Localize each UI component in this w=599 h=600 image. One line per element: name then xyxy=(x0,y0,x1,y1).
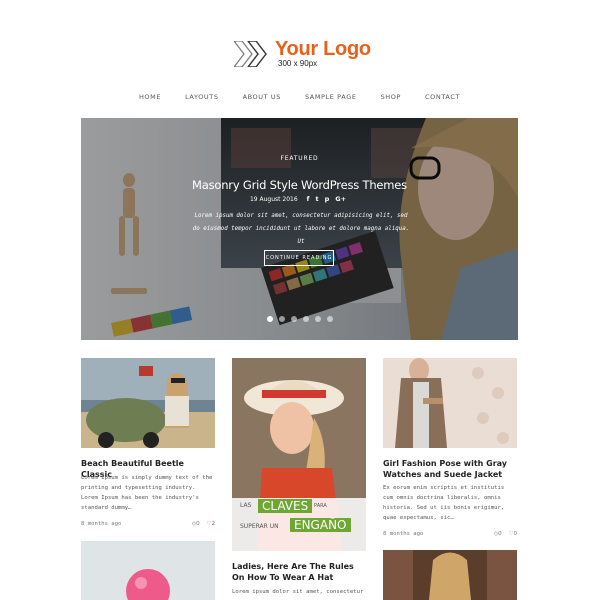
hero-category-label[interactable]: FEATURED xyxy=(81,155,518,162)
hero-title[interactable]: Masonry Grid Style WordPress Themes xyxy=(81,178,518,192)
post-card xyxy=(383,550,517,600)
post-thumbnail[interactable]: LAS CLAVES PARA SUPERAR UN ENGAÑO xyxy=(232,358,366,551)
post-thumbnail[interactable] xyxy=(383,550,517,600)
image-caption-overlay: LAS CLAVES PARA SUPERAR UN ENGAÑO xyxy=(232,499,366,551)
slider-dot[interactable] xyxy=(302,316,309,322)
nav-contact[interactable]: CONTACT xyxy=(425,93,460,101)
slider-dot[interactable] xyxy=(326,316,333,322)
post-date: 8 months ago xyxy=(81,521,122,527)
post-thumbnail[interactable] xyxy=(383,358,517,448)
post-date: 8 months ago xyxy=(383,531,424,537)
google-plus-icon[interactable]: G+ xyxy=(335,195,346,203)
slider-dot[interactable] xyxy=(266,316,273,322)
overlay-word-superar: SUPERAR UN xyxy=(240,523,279,530)
post-thumbnail[interactable] xyxy=(81,358,215,448)
post-card xyxy=(81,541,215,600)
logo-chevron-icon xyxy=(234,41,267,67)
post-card: LAS CLAVES PARA SUPERAR UN ENGAÑO Ladies… xyxy=(232,358,366,600)
hero-meta: 19 August 2016 f t p G+ xyxy=(81,195,518,203)
post-title[interactable]: Ladies, Here Are The Rules On How To Wea… xyxy=(232,561,366,583)
nav-home[interactable]: HOME xyxy=(139,93,161,101)
post-stats: ◇0 ♡2 xyxy=(187,521,215,527)
slider-dot[interactable] xyxy=(278,316,285,322)
nav-about-us[interactable]: ABOUT US xyxy=(243,93,281,101)
post-stats: ◇0 ♡0 xyxy=(489,531,517,537)
post-card: Beach Beautiful Beetle Classic Lorem Ips… xyxy=(81,358,215,528)
pinterest-icon[interactable]: p xyxy=(325,195,330,203)
like-count: 0 xyxy=(513,531,517,537)
overlay-word-las: LAS xyxy=(240,502,252,509)
logo-text: Your Logo xyxy=(275,38,371,60)
featured-slider: FEATURED Masonry Grid Style WordPress Th… xyxy=(81,118,518,340)
twitter-icon[interactable]: t xyxy=(315,195,318,203)
comment-count: 0 xyxy=(196,521,200,527)
facebook-icon[interactable]: f xyxy=(307,195,310,203)
overlay-word-engano: ENGAÑO xyxy=(290,518,351,532)
slider-dot[interactable] xyxy=(290,316,297,322)
post-excerpt: Ex eorum enim scriptis et institutis cum… xyxy=(383,485,505,521)
overlay-word-claves: CLAVES xyxy=(258,499,313,513)
slider-dot[interactable] xyxy=(314,316,321,322)
post-card: Girl Fashion Pose with Gray Watches and … xyxy=(383,358,517,540)
main-navigation: HOME LAYOUTS ABOUT US SAMPLE PAGE SHOP C… xyxy=(0,93,599,101)
comment-count: 0 xyxy=(498,531,502,537)
post-title[interactable]: Girl Fashion Pose with Gray Watches and … xyxy=(383,458,517,480)
continue-reading-button[interactable]: CONTINUE READING xyxy=(264,250,334,266)
post-thumbnail[interactable] xyxy=(81,541,215,600)
post-excerpt: Lorem ipsum dolor sit amet, consectetur xyxy=(232,589,364,595)
post-excerpt: Lorem Ipsum is simply dummy text of the … xyxy=(81,475,213,511)
site-logo[interactable]: Your Logo 300 x 90px xyxy=(234,38,374,70)
overlay-word-para: PARA xyxy=(314,503,327,509)
nav-layouts[interactable]: LAYOUTS xyxy=(185,93,219,101)
logo-subtext: 300 x 90px xyxy=(278,59,318,68)
like-count: 2 xyxy=(211,521,215,527)
hero-date: 19 August 2016 xyxy=(249,195,298,203)
nav-shop[interactable]: SHOP xyxy=(381,93,401,101)
slider-pagination xyxy=(81,316,518,322)
nav-sample-page[interactable]: SAMPLE PAGE xyxy=(305,93,357,101)
hero-excerpt: Lorem ipsum dolor sit amet, consectetur … xyxy=(192,213,410,245)
